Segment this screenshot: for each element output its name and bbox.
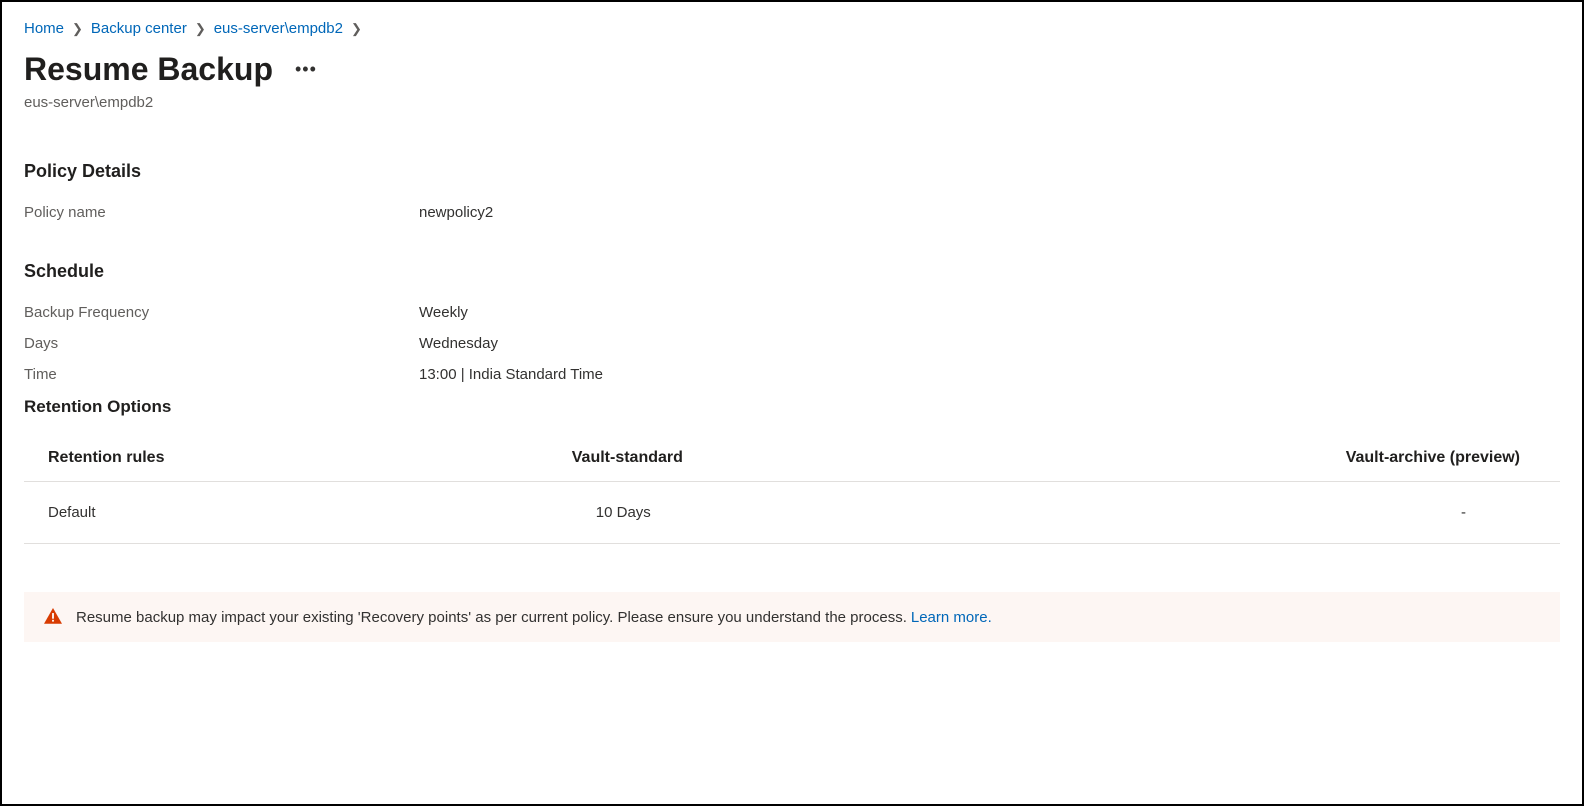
frequency-value: Weekly bbox=[419, 304, 468, 321]
cell-vault-archive: - bbox=[1071, 482, 1560, 544]
learn-more-link[interactable]: Learn more. bbox=[911, 609, 992, 626]
breadcrumb-home[interactable]: Home bbox=[24, 20, 64, 37]
table-row: Default 10 Days - bbox=[24, 482, 1560, 544]
days-value: Wednesday bbox=[419, 335, 498, 352]
more-button[interactable]: ••• bbox=[295, 59, 317, 80]
time-label: Time bbox=[24, 366, 419, 383]
schedule-header: Schedule bbox=[24, 261, 1560, 282]
breadcrumb: Home ❯ Backup center ❯ eus-server\empdb2… bbox=[24, 20, 1560, 37]
chevron-right-icon: ❯ bbox=[195, 21, 206, 37]
page-header: Resume Backup ••• bbox=[24, 51, 1560, 88]
policy-name-value: newpolicy2 bbox=[419, 204, 493, 221]
chevron-right-icon: ❯ bbox=[72, 21, 83, 37]
cell-rule: Default bbox=[24, 482, 362, 544]
col-vault-archive: Vault-archive (preview) bbox=[1071, 435, 1560, 482]
page-title: Resume Backup bbox=[24, 51, 273, 88]
time-row: Time 13:00 | India Standard Time bbox=[24, 366, 1560, 383]
days-label: Days bbox=[24, 335, 419, 352]
warning-icon bbox=[44, 608, 62, 626]
retention-table: Retention rules Vault-standard Vault-arc… bbox=[24, 435, 1560, 544]
policy-details-header: Policy Details bbox=[24, 161, 1560, 182]
col-vault-standard: Vault-standard bbox=[362, 435, 1071, 482]
time-value: 13:00 | India Standard Time bbox=[419, 366, 603, 383]
breadcrumb-backup-center[interactable]: Backup center bbox=[91, 20, 187, 37]
warning-text: Resume backup may impact your existing '… bbox=[76, 609, 907, 626]
warning-banner: Resume backup may impact your existing '… bbox=[24, 592, 1560, 642]
policy-name-row: Policy name newpolicy2 bbox=[24, 204, 1560, 221]
frequency-row: Backup Frequency Weekly bbox=[24, 304, 1560, 321]
page-subtitle: eus-server\empdb2 bbox=[24, 94, 1560, 111]
table-header-row: Retention rules Vault-standard Vault-arc… bbox=[24, 435, 1560, 482]
policy-name-label: Policy name bbox=[24, 204, 419, 221]
days-row: Days Wednesday bbox=[24, 335, 1560, 352]
col-retention-rules: Retention rules bbox=[24, 435, 362, 482]
cell-vault-standard: 10 Days bbox=[362, 482, 1071, 544]
frequency-label: Backup Frequency bbox=[24, 304, 419, 321]
chevron-right-icon: ❯ bbox=[351, 21, 362, 37]
breadcrumb-resource[interactable]: eus-server\empdb2 bbox=[214, 20, 343, 37]
retention-options-header: Retention Options bbox=[24, 397, 1560, 417]
